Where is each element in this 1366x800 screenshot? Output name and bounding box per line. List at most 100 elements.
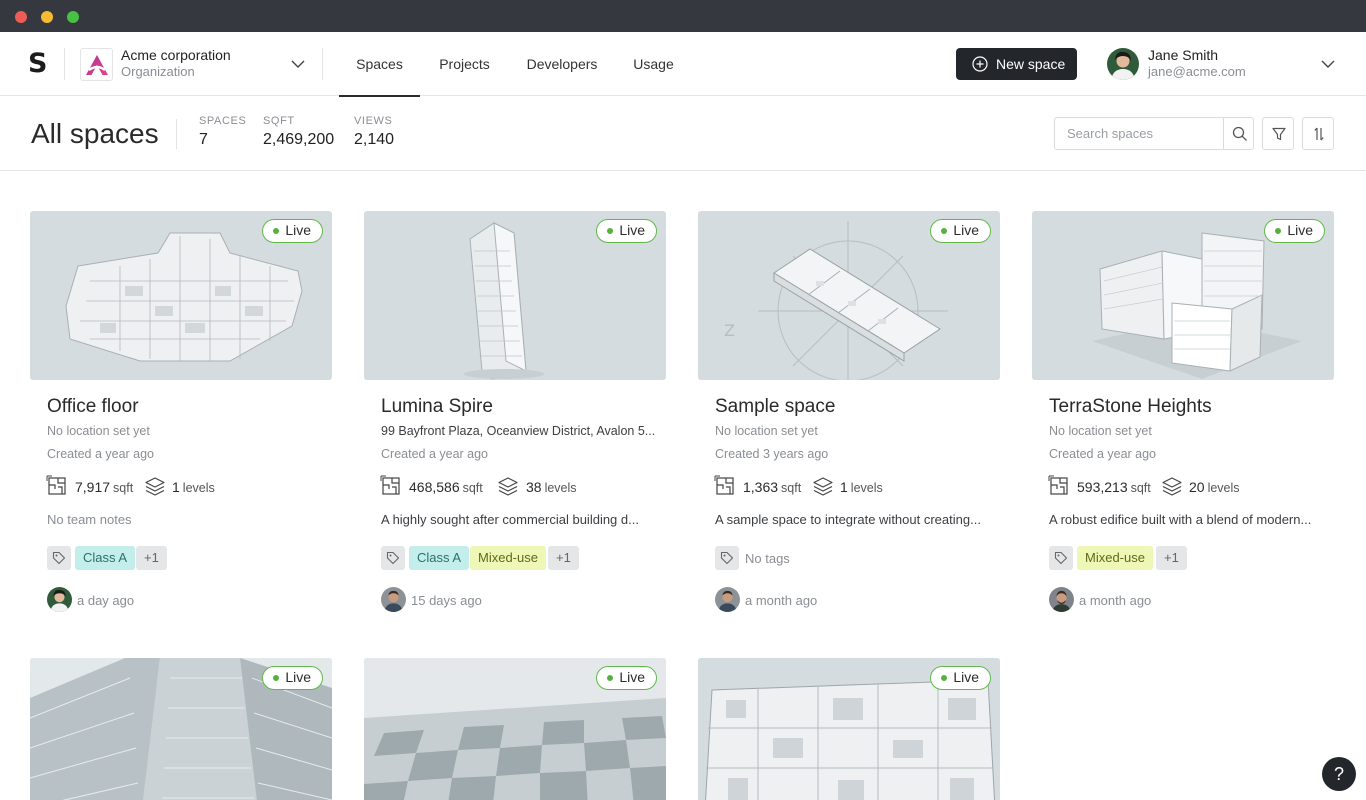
layers-icon [1162, 477, 1182, 496]
window-titlebar [0, 0, 1366, 32]
avatar [715, 587, 740, 612]
tag-more-chip[interactable]: +1 [548, 546, 579, 570]
live-status-badge: Live [1264, 219, 1325, 243]
live-status-badge: Live [596, 219, 657, 243]
space-sqft: 468,586 sqft [409, 479, 483, 495]
space-thumbnail[interactable]: Live [364, 658, 666, 800]
space-notes: A sample space to integrate without crea… [715, 512, 981, 527]
space-thumbnail[interactable]: Live [698, 658, 1000, 800]
plus-circle-icon [972, 56, 988, 72]
space-created: Created a year ago [381, 447, 489, 461]
svg-text:Z: Z [724, 321, 735, 340]
page-title: All spaces [31, 118, 159, 149]
search-input[interactable] [1055, 118, 1223, 149]
layers-icon [145, 477, 165, 496]
space-levels: 1 levels [172, 479, 215, 495]
space-thumbnail[interactable]: Live [1032, 211, 1334, 380]
tag-button[interactable] [47, 546, 71, 570]
tag-button[interactable] [715, 546, 739, 570]
space-thumbnail[interactable]: Live [364, 211, 666, 380]
window-close-button[interactable] [15, 11, 27, 23]
org-logo [80, 48, 113, 81]
space-thumbnail[interactable]: Z Live [698, 211, 1000, 380]
divider [64, 48, 65, 80]
space-card[interactable]: Live [364, 658, 666, 800]
space-title[interactable]: Office floor [47, 396, 139, 418]
new-space-button[interactable]: New space [956, 48, 1077, 80]
tag-chip[interactable]: Class A [409, 546, 470, 570]
help-button[interactable]: ? [1322, 757, 1356, 791]
new-space-label: New space [996, 56, 1066, 72]
tag-more-chip[interactable]: +1 [136, 546, 167, 570]
floorplan-icon [46, 475, 66, 495]
space-thumbnail[interactable]: Live [30, 211, 332, 380]
space-created: Created a year ago [1049, 447, 1157, 461]
user-email: jane@acme.com [1148, 64, 1246, 79]
layers-icon [813, 477, 833, 496]
chevron-down-icon [291, 60, 305, 68]
live-status-badge: Live [930, 219, 991, 243]
avatar [47, 587, 72, 612]
tag-button[interactable] [381, 546, 405, 570]
avatar [1049, 587, 1074, 612]
tab-developers[interactable]: Developers [520, 32, 604, 96]
tag-icon [720, 551, 734, 565]
search-box [1054, 117, 1254, 150]
space-location: No location set yet [47, 424, 150, 438]
last-updated: a day ago [77, 593, 135, 608]
tag-chip[interactable]: Class A [75, 546, 136, 570]
tag-more-chip[interactable]: +1 [1156, 546, 1187, 570]
app-logo[interactable]: S [28, 50, 47, 77]
space-sqft: 1,363 sqft [743, 479, 802, 495]
sort-button[interactable] [1302, 117, 1334, 150]
window-maximize-button[interactable] [67, 11, 79, 23]
space-location: No location set yet [715, 424, 818, 438]
tab-usage[interactable]: Usage [626, 32, 681, 96]
tag-icon [1054, 551, 1068, 565]
stat-sqft-value: 2,469,200 [263, 131, 335, 148]
org-subtitle: Organization [121, 64, 195, 79]
floorplan-icon [380, 475, 400, 495]
user-avatar [1107, 48, 1139, 80]
space-title[interactable]: Lumina Spire [381, 396, 493, 418]
last-updated: a month ago [745, 593, 818, 608]
stat-views-value: 2,140 [354, 131, 395, 148]
divider [322, 48, 323, 80]
search-icon [1232, 126, 1247, 141]
last-updated: 15 days ago [411, 593, 482, 608]
no-tags-label: No tags [745, 551, 790, 566]
stat-spaces-value: 7 [199, 131, 208, 148]
space-notes: A highly sought after commercial buildin… [381, 512, 639, 527]
space-levels: 38 levels [526, 479, 577, 495]
live-status-badge: Live [596, 666, 657, 690]
space-created: Created 3 years ago [715, 447, 829, 461]
floorplan-icon [714, 475, 734, 495]
tag-chip[interactable]: Mixed-use [1077, 546, 1153, 570]
space-card[interactable]: Z Live Sample space No location set yet … [698, 211, 1000, 631]
space-card[interactable]: Live [698, 658, 1000, 800]
tag-button[interactable] [1049, 546, 1073, 570]
space-sqft: 593,213 sqft [1077, 479, 1151, 495]
space-card[interactable]: Live [30, 658, 332, 800]
space-card[interactable]: Live Office floor No location set yet Cr… [30, 211, 332, 631]
floorplan-icon [1048, 475, 1068, 495]
tag-icon [386, 551, 400, 565]
search-button[interactable] [1223, 118, 1254, 149]
space-card[interactable]: Live TerraStone Heights No location set … [1032, 211, 1334, 631]
space-title[interactable]: Sample space [715, 396, 835, 418]
space-sqft: 7,917 sqft [75, 479, 134, 495]
window-minimize-button[interactable] [41, 11, 53, 23]
space-card[interactable]: Live Lumina Spire 99 Bayfront Plaza, Oce… [364, 211, 666, 631]
space-thumbnail[interactable]: Live [30, 658, 332, 800]
tag-chip[interactable]: Mixed-use [470, 546, 546, 570]
space-title[interactable]: TerraStone Heights [1049, 396, 1212, 418]
tab-spaces[interactable]: Spaces [339, 32, 420, 97]
tab-projects[interactable]: Projects [430, 32, 499, 96]
space-levels: 1 levels [840, 479, 883, 495]
avatar [381, 587, 406, 612]
space-notes: A robust edifice built with a blend of m… [1049, 512, 1312, 527]
tag-icon [52, 551, 66, 565]
live-status-badge: Live [262, 666, 323, 690]
filter-button[interactable] [1262, 117, 1294, 150]
stat-views-label: VIEWS [354, 115, 393, 127]
